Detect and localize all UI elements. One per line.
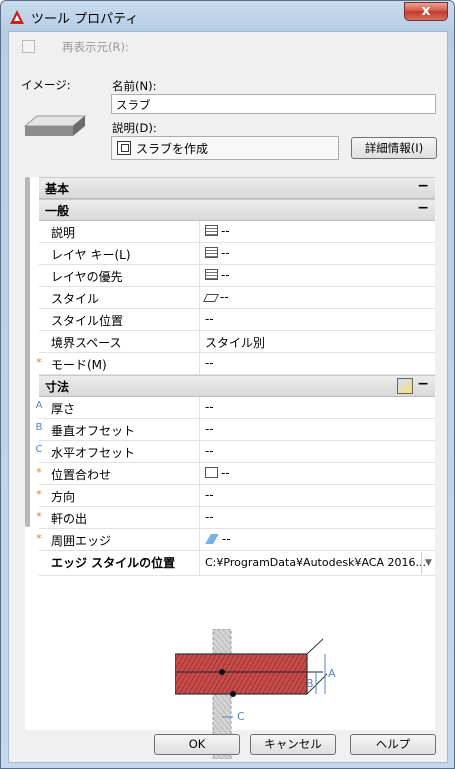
checkbox-icon[interactable] [205, 467, 218, 478]
description-field[interactable]: スラブを作成 [111, 136, 339, 160]
dimension-settings-icon[interactable] [397, 378, 413, 394]
name-input[interactable]: スラブ [111, 94, 436, 114]
close-button[interactable]: x [404, 2, 448, 21]
property-row-style-location[interactable]: スタイル位置 -- [39, 309, 435, 331]
property-value: -- [221, 268, 230, 282]
property-value: -- [205, 444, 214, 458]
dimension-c-marker: C [35, 444, 43, 455]
property-value: -- [205, 422, 214, 436]
image-label: イメージ: [21, 78, 71, 92]
name-label: 名前(N): [112, 79, 157, 93]
cancel-button[interactable]: キャンセル [250, 734, 336, 755]
property-row-vertical-offset[interactable]: B 垂直オフセット -- [36, 419, 435, 441]
property-name: 水平オフセット [51, 446, 136, 460]
style-icon [203, 294, 219, 302]
section-general-title: 一般 [45, 204, 70, 218]
dimension-c-label: C [237, 710, 245, 723]
section-dimensions[interactable]: 寸法 − [39, 375, 435, 397]
property-name: スタイル位置 [51, 314, 124, 328]
asterisk-icon: * [36, 510, 42, 523]
property-value: -- [221, 224, 230, 238]
autocad-logo-icon [10, 10, 24, 24]
property-name: レイヤ キー(L) [51, 248, 131, 262]
property-row-description[interactable]: 説明 -- [39, 221, 435, 243]
property-name: スタイル [51, 292, 100, 306]
asterisk-icon: * [36, 356, 42, 369]
table-icon [205, 225, 218, 236]
property-row-horizontal-offset[interactable]: C 水平オフセット -- [36, 441, 435, 463]
section-basic-title: 基本 [45, 182, 70, 196]
asterisk-icon: * [36, 466, 42, 479]
dialog-body: 再表示元(R): イメージ: 名前(N): スラブ 説明(D): スラブを作成 … [8, 31, 448, 763]
dimension-a-label: A [328, 667, 336, 680]
description-label: 説明(D): [112, 121, 157, 135]
property-name: エッジ スタイルの位置 [51, 556, 176, 570]
property-name: 位置合わせ [51, 468, 112, 482]
property-value: -- [205, 488, 214, 502]
property-value: -- [220, 290, 229, 304]
asterisk-icon: * [36, 532, 42, 545]
property-row-layer-key[interactable]: レイヤ キー(L) -- [39, 243, 435, 265]
property-value: -- [205, 400, 214, 414]
property-grid: 基本 − 一般 − 説明 -- レイヤ キー(L) -- レイヤの優先 -- ス [25, 177, 435, 759]
property-row-overhang[interactable]: * 軒の出 -- [36, 507, 435, 529]
property-name: 周囲エッジ [51, 534, 112, 548]
property-name: 説明 [51, 226, 76, 240]
dimension-a-marker: A [35, 400, 43, 411]
property-row-justify[interactable]: * 位置合わせ -- [36, 463, 435, 485]
collapse-icon[interactable]: − [417, 376, 429, 392]
description-icon [117, 141, 131, 155]
close-icon: x [421, 3, 431, 19]
property-name: 厚さ [51, 402, 76, 416]
property-name: 軒の出 [51, 512, 88, 526]
property-row-thickness[interactable]: A 厚さ -- [36, 397, 435, 419]
dimension-b-marker: B [35, 422, 43, 433]
ok-button[interactable]: OK [154, 734, 240, 755]
dimension-b-label: B [306, 677, 314, 690]
chevron-down-icon[interactable]: ▼ [421, 552, 435, 574]
title-bar[interactable]: ツール プロパティ x [1, 1, 454, 31]
collapse-icon[interactable]: − [417, 178, 429, 194]
property-value: -- [221, 246, 230, 260]
section-general[interactable]: 一般 − [39, 199, 435, 221]
asterisk-icon: * [36, 488, 42, 501]
property-name: 方向 [51, 490, 76, 504]
detail-info-button[interactable]: 詳細情報(I) [351, 137, 437, 159]
property-row-perimeter-edges[interactable]: * 周囲エッジ -- [36, 529, 435, 551]
edge-icon [205, 534, 219, 544]
dialog-window: ツール プロパティ x 再表示元(R): イメージ: 名前(N): スラブ 説明… [0, 0, 455, 769]
property-row-direction[interactable]: * 方向 -- [36, 485, 435, 507]
property-name: 垂直オフセット [51, 424, 136, 438]
help-button[interactable]: ヘルプ [350, 734, 436, 755]
property-value[interactable]: C:¥ProgramData¥Autodesk¥ACA 2016... [205, 556, 431, 569]
property-value: -- [205, 312, 214, 326]
section-dimensions-title: 寸法 [45, 380, 70, 394]
property-row-edge-style-location[interactable]: エッジ スタイルの位置 C:¥ProgramData¥Autodesk¥ACA … [39, 551, 435, 576]
description-value: スラブを作成 [136, 142, 209, 156]
slab-preview-image [23, 115, 87, 136]
property-name: モード(M) [51, 358, 107, 372]
property-name: レイヤの優先 [51, 270, 123, 284]
table-icon [205, 269, 218, 280]
property-row-style[interactable]: スタイル -- [39, 287, 435, 309]
property-row-layer-override[interactable]: レイヤの優先 -- [39, 265, 435, 287]
property-value: スタイル別 [205, 336, 266, 350]
collapse-icon[interactable]: − [417, 200, 429, 216]
property-row-bound-space[interactable]: 境界スペース スタイル別 [39, 331, 435, 353]
property-value: -- [205, 510, 214, 524]
property-name: 境界スペース [51, 336, 122, 350]
section-basic[interactable]: 基本 − [39, 177, 435, 199]
property-value: -- [221, 466, 230, 480]
table-icon [205, 247, 218, 258]
property-value: -- [205, 356, 214, 370]
redisplay-checkbox [22, 40, 35, 53]
window-title: ツール プロパティ [31, 12, 139, 27]
property-row-mode[interactable]: * モード(M) -- [36, 353, 435, 375]
redisplay-label: 再表示元(R): [62, 40, 129, 54]
property-value: -- [222, 532, 231, 546]
